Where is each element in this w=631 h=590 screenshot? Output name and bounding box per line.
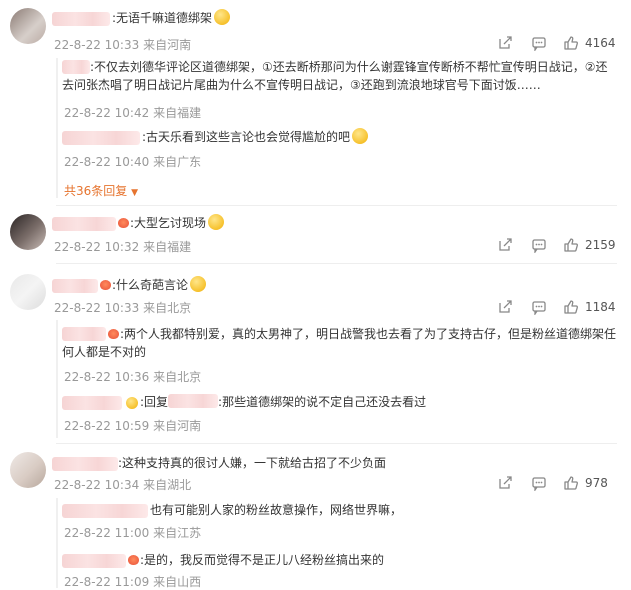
share-icon[interactable]	[497, 35, 513, 51]
comment-meta: 22-8-22 10:34 来自湖北	[54, 478, 192, 492]
share-icon[interactable]	[497, 237, 513, 253]
like-icon[interactable]	[563, 237, 579, 253]
username-blurred[interactable]	[168, 394, 219, 408]
emoji-icon	[352, 128, 369, 144]
username-blurred[interactable]	[62, 131, 140, 145]
comment-actions: 978	[497, 475, 608, 491]
reply-text: :两个人我都特别爱，真的太男神了，明日战警我也去看了为了支持古仔，但是粉丝道德绑…	[62, 327, 617, 359]
like-count: 4164	[585, 36, 616, 50]
reply-text: :是的，我反而觉得不是正儿八经粉丝搞出来的	[128, 551, 384, 569]
emoji-icon	[126, 397, 138, 409]
vip-badge-icon	[128, 555, 139, 565]
reply-text: :不仅去刘德华评论区道德绑架，①还去断桥那问为什么谢霆锋宣传断桥不帮忙宣传明日战…	[62, 60, 608, 92]
comment-icon[interactable]	[531, 35, 547, 51]
comment-icon[interactable]	[531, 299, 547, 315]
reply-meta: 22-8-22 11:00 来自江苏	[64, 526, 202, 540]
avatar[interactable]	[10, 274, 46, 310]
reply-meta: 22-8-22 10:40 来自广东	[64, 155, 202, 169]
vip-badge-icon	[100, 280, 111, 290]
share-icon[interactable]	[497, 475, 513, 491]
comment-meta: 22-8-22 10:33 来自河南	[54, 38, 192, 52]
avatar[interactable]	[10, 452, 46, 488]
comment-text: :这种支持真的很讨人嫌，一下就给古招了不少负面	[118, 456, 387, 470]
emoji-icon	[190, 276, 207, 292]
avatar[interactable]	[10, 8, 46, 44]
username-blurred[interactable]	[62, 554, 126, 568]
divider	[56, 205, 617, 206]
reply-meta: 22-8-22 10:42 来自福建	[64, 106, 202, 120]
like-icon[interactable]	[563, 475, 579, 491]
comment-icon[interactable]	[531, 475, 547, 491]
comment-meta: 22-8-22 10:33 来自北京	[54, 301, 192, 315]
comment-text: :大型乞讨现场	[118, 214, 225, 232]
divider	[56, 443, 617, 444]
like-count: 2159	[585, 238, 616, 252]
comment-text: :什么奇葩言论	[100, 276, 207, 294]
like-count: 1184	[585, 300, 616, 314]
vip-badge-icon	[108, 329, 119, 339]
like-count: 978	[585, 476, 608, 490]
divider	[56, 263, 617, 264]
like-icon[interactable]	[563, 35, 579, 51]
reply-meta: 22-8-22 10:59 来自河南	[64, 419, 202, 433]
comment-actions: 1184	[497, 299, 616, 315]
share-icon[interactable]	[497, 299, 513, 315]
username-blurred[interactable]	[62, 396, 122, 410]
more-replies-link[interactable]: 共36条回复 ▼	[64, 182, 138, 199]
avatar[interactable]	[10, 214, 46, 250]
emoji-icon	[214, 9, 231, 25]
emoji-icon	[208, 214, 225, 230]
comment-meta: 22-8-22 10:32 来自福建	[54, 240, 192, 254]
username-blurred[interactable]	[52, 279, 98, 293]
reply-text: :古天乐看到这些言论也会觉得尴尬的吧	[142, 128, 369, 146]
username-blurred[interactable]	[52, 457, 118, 471]
vip-badge-icon	[118, 218, 129, 228]
comment-text: :无语千嘛道德绑架	[112, 9, 231, 27]
like-icon[interactable]	[563, 299, 579, 315]
comment-actions: 2159	[497, 237, 616, 253]
comment-actions: 4164	[497, 35, 616, 51]
username-blurred[interactable]	[52, 12, 110, 26]
comment-icon[interactable]	[531, 237, 547, 253]
reply-text: 也有可能别人家的粉丝故意操作，网络世界嘛，	[150, 503, 403, 517]
reply-text: :回复:那些道德绑架的说不定自己还没去看过	[126, 393, 426, 411]
reply-meta: 22-8-22 11:09 来自山西	[64, 575, 202, 589]
username-blurred[interactable]	[52, 217, 116, 231]
reply-meta: 22-8-22 10:36 来自北京	[64, 370, 202, 384]
username-blurred[interactable]	[62, 504, 148, 518]
chevron-down-icon: ▼	[131, 188, 139, 198]
